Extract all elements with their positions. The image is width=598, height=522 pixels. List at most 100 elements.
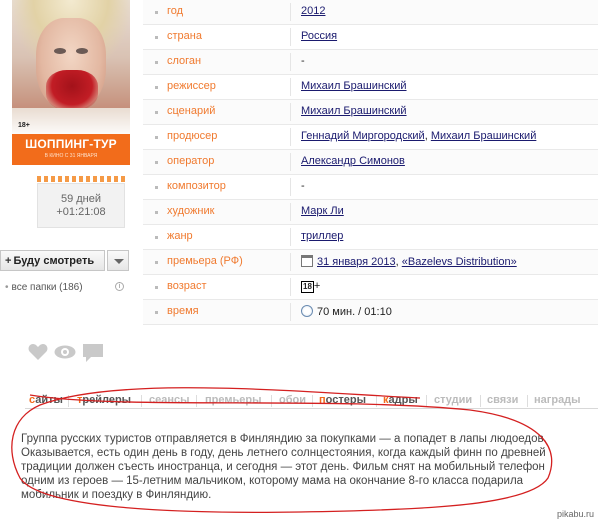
bullet-icon bbox=[155, 236, 158, 239]
bullet-icon bbox=[155, 11, 158, 14]
info-label: возраст bbox=[167, 280, 207, 292]
info-value: Россия bbox=[301, 30, 337, 42]
movie-tabs: сайты трейлеры сеансы премьеры обои пост… bbox=[25, 393, 598, 409]
watermark: pikabu.ru bbox=[556, 509, 594, 519]
divider bbox=[290, 53, 291, 71]
info-label: премьера (РФ) bbox=[167, 255, 243, 267]
country-link[interactable]: Россия bbox=[301, 30, 337, 42]
eye-icon[interactable] bbox=[54, 343, 76, 361]
bullet-icon bbox=[155, 111, 158, 114]
tab-trailers[interactable]: трейлеры bbox=[73, 393, 135, 409]
divider bbox=[290, 128, 291, 146]
screenplay-link[interactable]: Михаил Брашинский bbox=[301, 105, 407, 117]
divider bbox=[312, 395, 313, 407]
divider bbox=[426, 395, 427, 407]
tab-premieres[interactable]: премьеры bbox=[201, 393, 265, 409]
plus-icon: + bbox=[5, 255, 12, 267]
bullet-icon bbox=[155, 61, 158, 64]
year-link[interactable]: 2012 bbox=[301, 5, 325, 17]
producer-link[interactable]: Михаил Брашинский bbox=[431, 130, 537, 142]
poster-age-rating: 18+ bbox=[18, 122, 30, 129]
info-label: художник bbox=[167, 205, 215, 217]
tab-stills[interactable]: кадры bbox=[379, 393, 422, 409]
info-label: оператор bbox=[167, 155, 215, 167]
info-label: слоган bbox=[167, 55, 202, 67]
info-row-age: возраст 18 + bbox=[143, 275, 598, 300]
bullet-icon bbox=[155, 36, 158, 39]
tab-awards[interactable]: награды bbox=[530, 393, 585, 409]
countdown-stripes bbox=[37, 176, 125, 182]
bullet-icon bbox=[155, 261, 158, 264]
bullet-icon bbox=[155, 86, 158, 89]
poster-blood bbox=[46, 70, 98, 110]
tab-sites[interactable]: сайты bbox=[25, 393, 67, 409]
heart-icon[interactable] bbox=[28, 343, 48, 361]
info-row-producer: продюсер Геннадий Миргородский, Михаил Б… bbox=[143, 125, 598, 150]
action-icons bbox=[28, 343, 108, 363]
divider bbox=[141, 395, 142, 407]
info-row-year: год 2012 bbox=[143, 0, 598, 25]
age-suffix: + bbox=[313, 280, 321, 292]
tab-sessions[interactable]: сеансы bbox=[145, 393, 194, 409]
info-label: сценарий bbox=[167, 105, 216, 117]
producer-link[interactable]: Геннадий Миргородский bbox=[301, 130, 425, 142]
info-value: Михаил Брашинский bbox=[301, 105, 407, 117]
runtime: 70 мин. / 01:10 bbox=[317, 306, 392, 318]
divider bbox=[480, 395, 481, 407]
info-value: триллер bbox=[301, 230, 343, 242]
watch-dropdown-button[interactable] bbox=[107, 250, 129, 271]
info-value: Михаил Брашинский bbox=[301, 80, 407, 92]
info-label: композитор bbox=[167, 180, 226, 192]
operator-link[interactable]: Александр Симонов bbox=[301, 155, 405, 167]
folders-link[interactable]: • все папки (186) bbox=[5, 282, 83, 293]
artist-link[interactable]: Марк Ли bbox=[301, 205, 344, 217]
comment-icon[interactable] bbox=[82, 343, 104, 363]
info-label: продюсер bbox=[167, 130, 218, 142]
clock-icon bbox=[301, 305, 313, 317]
divider bbox=[290, 3, 291, 21]
divider bbox=[376, 395, 377, 407]
tab-studios[interactable]: студии bbox=[430, 393, 476, 409]
info-value: Марк Ли bbox=[301, 205, 344, 217]
info-row-operator: оператор Александр Симонов bbox=[143, 150, 598, 175]
tab-posters[interactable]: постеры bbox=[315, 393, 370, 409]
divider bbox=[290, 78, 291, 96]
info-row-artist: художник Марк Ли bbox=[143, 200, 598, 225]
poster-title: ШОППИНГ-ТУР bbox=[25, 137, 117, 151]
countdown-box: 59 дней +01:21:08 bbox=[37, 183, 125, 228]
watch-later-button[interactable]: + Буду смотреть bbox=[0, 250, 105, 271]
tab-wallpapers[interactable]: обои bbox=[275, 393, 310, 409]
info-label: время bbox=[167, 305, 199, 317]
info-row-time: время 70 мин. / 01:10 bbox=[143, 300, 598, 325]
movie-description: Группа русских туристов отправляется в Ф… bbox=[21, 433, 547, 501]
info-value: - bbox=[301, 55, 305, 67]
director-link[interactable]: Михаил Брашинский bbox=[301, 80, 407, 92]
movie-poster[interactable]: 18+ ШОППИНГ-ТУР В КИНО С 31 ЯНВАРЯ bbox=[12, 0, 130, 165]
info-row-screenplay: сценарий Михаил Брашинский bbox=[143, 100, 598, 125]
distributor-link[interactable]: «Bazelevs Distribution» bbox=[402, 256, 517, 268]
divider bbox=[290, 253, 291, 271]
bullet-icon bbox=[155, 311, 158, 314]
info-label: год bbox=[167, 5, 184, 17]
divider bbox=[290, 303, 291, 321]
divider bbox=[271, 395, 272, 407]
info-row-director: режиссер Михаил Брашинский bbox=[143, 75, 598, 100]
movie-info-table: год 2012 страна Россия слоган - режиссер… bbox=[143, 0, 598, 325]
premiere-date-link[interactable]: 31 января 2013 bbox=[317, 256, 396, 268]
bullet-icon bbox=[155, 136, 158, 139]
divider bbox=[290, 228, 291, 246]
bullet-icon bbox=[155, 211, 158, 214]
info-row-premiere: премьера (РФ) 31 января 2013, «Bazelevs … bbox=[143, 250, 598, 275]
bullet-icon bbox=[155, 161, 158, 164]
info-row-country: страна Россия bbox=[143, 25, 598, 50]
divider bbox=[527, 395, 528, 407]
tab-connections[interactable]: связи bbox=[483, 393, 522, 409]
divider bbox=[290, 178, 291, 196]
info-value: 70 мин. / 01:10 bbox=[301, 305, 392, 318]
poster-eye bbox=[76, 48, 88, 54]
genre-link[interactable]: триллер bbox=[301, 230, 343, 242]
calendar-icon bbox=[301, 255, 313, 267]
folders-label: все папки (186) bbox=[11, 282, 83, 293]
info-label: режиссер bbox=[167, 80, 216, 92]
info-icon[interactable]: i bbox=[115, 282, 124, 291]
